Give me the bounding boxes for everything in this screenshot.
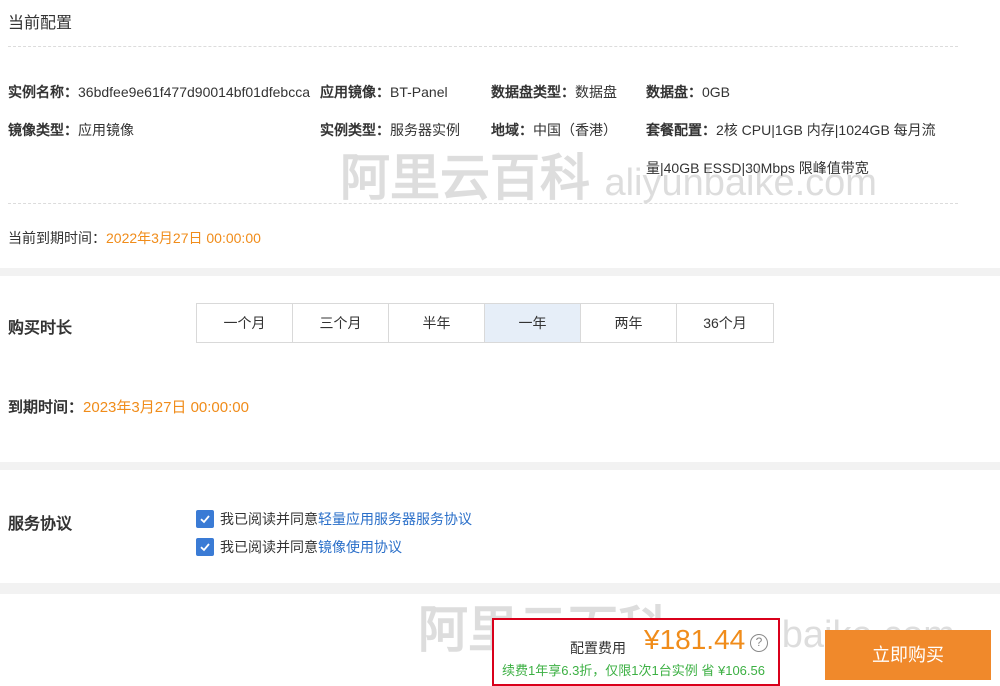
instance-type: 实例类型：服务器实例 <box>320 122 460 138</box>
image-type: 镜像类型：应用镜像 <box>8 122 134 138</box>
new-expire: 到期时间：2023年3月27日 00:00:00 <box>8 399 249 416</box>
duration-option-1m[interactable]: 一个月 <box>197 304 293 342</box>
divider <box>8 203 958 204</box>
discount-text: 续费1年享6.3折，仅限1次1台实例 省 ¥106.56 <box>502 663 765 678</box>
instance-name: 实例名称：36bdfee9e61f477d90014bf01dfebcca <box>8 84 310 100</box>
check-icon <box>200 543 210 552</box>
divider <box>8 46 958 47</box>
current-expire: 当前到期时间：2022年3月27日 00:00:00 <box>8 230 261 246</box>
check-icon <box>200 515 210 524</box>
agreement-checkbox-image[interactable] <box>196 538 214 556</box>
server-agreement-link[interactable]: 轻量应用服务器服务协议 <box>318 509 472 529</box>
price-value: ¥181.44 <box>644 624 746 655</box>
current-config-title: 当前配置 <box>8 15 73 32</box>
buy-now-button[interactable]: 立即购买 <box>825 630 991 680</box>
question-icon[interactable]: ? <box>750 634 768 652</box>
purchase-duration-panel: 购买时长 一个月 三个月 半年 一年 两年 36个月 到期时间：2023年3月2… <box>0 276 1000 462</box>
region: 地域：中国（香港） <box>491 122 617 138</box>
package-config: 套餐配置：2核 CPU|1GB 内存|1024GB 每月流 <box>646 122 936 138</box>
disk-type: 数据盘类型：数据盘 <box>491 84 617 100</box>
agreement-checkbox-server[interactable] <box>196 510 214 528</box>
agreement-row-image: 我已阅读并同意 镜像使用协议 <box>196 537 402 557</box>
duration-option-36m[interactable]: 36个月 <box>677 304 773 342</box>
data-disk: 数据盘：0GB <box>646 84 731 100</box>
duration-option-2y[interactable]: 两年 <box>581 304 677 342</box>
duration-options: 一个月 三个月 半年 一年 两年 36个月 <box>196 303 774 343</box>
package-config-cont: 量|40GB ESSD|30Mbps 限峰值带宽 <box>646 160 869 176</box>
service-agreement-panel: 服务协议 我已阅读并同意 轻量应用服务器服务协议 我已阅读并同意 镜像使用协议 <box>0 470 1000 583</box>
duration-title: 购买时长 <box>8 320 73 337</box>
app-image: 应用镜像：BT-Panel <box>320 84 448 100</box>
agreement-title: 服务协议 <box>8 516 73 533</box>
price-summary: 配置费用 ¥181.44 ? 续费1年享6.3折，仅限1次1台实例 省 ¥106… <box>492 618 780 686</box>
current-config-panel: 当前配置 实例名称：36bdfee9e61f477d90014bf01dfebc… <box>0 0 1000 268</box>
duration-option-3m[interactable]: 三个月 <box>293 304 389 342</box>
agreement-row-server: 我已阅读并同意 轻量应用服务器服务协议 <box>196 509 472 529</box>
price-label: 配置费用 <box>570 640 626 656</box>
duration-option-6m[interactable]: 半年 <box>389 304 485 342</box>
image-agreement-link[interactable]: 镜像使用协议 <box>318 537 402 557</box>
duration-option-1y[interactable]: 一年 <box>485 304 581 342</box>
